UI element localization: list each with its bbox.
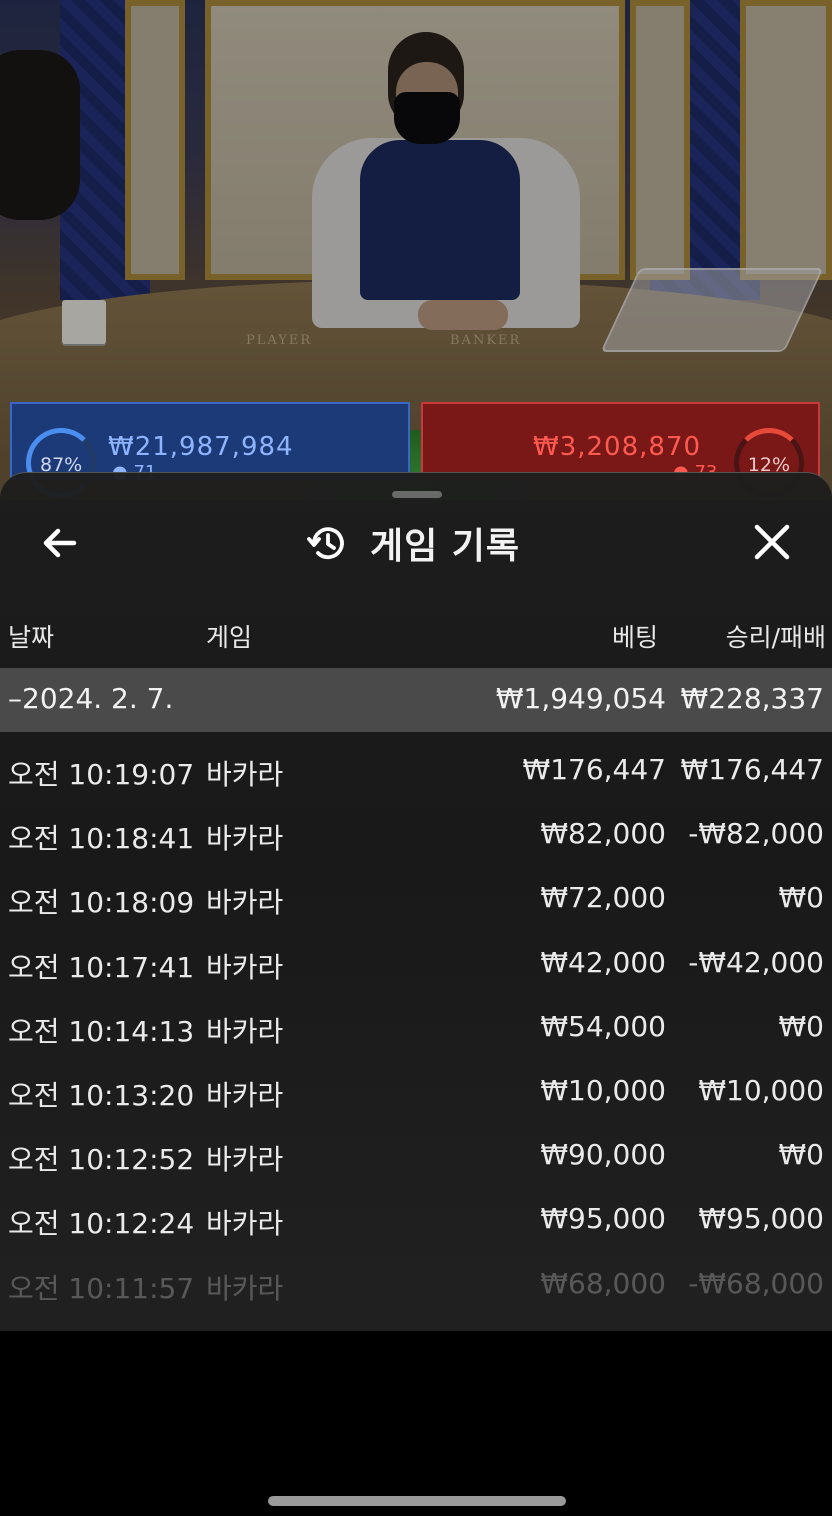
row-result: ₩10,000 xyxy=(698,1073,824,1107)
row-time: 오전 10:14:13 xyxy=(8,1014,195,1048)
history-row[interactable]: 오전 10:19:07 바카라 ₩176,447 ₩176,447 xyxy=(0,735,832,799)
row-result: -₩68,000 xyxy=(688,1266,824,1300)
row-result: ₩0 xyxy=(778,1138,825,1172)
player-bet-bar: 87% ₩21,987,984 ● 71 xyxy=(10,402,410,498)
day-summary-row[interactable]: –2024. 2. 7. ₩1,949,054 ₩228,337 xyxy=(0,668,832,732)
row-result: ₩95,000 xyxy=(698,1202,824,1236)
history-list: 오전 10:19:07 바카라 ₩176,447 ₩176,447 오전 10:… xyxy=(0,735,832,1313)
sheet-title: 게임 기록 xyxy=(370,526,521,567)
sheet-header: 게임 기록 xyxy=(0,513,832,573)
history-row[interactable]: 오전 10:12:24 바카라 ₩95,000 ₩95,000 xyxy=(0,1184,832,1248)
back-button[interactable] xyxy=(32,521,88,565)
day-total-result: ₩228,337 xyxy=(680,682,824,715)
row-result: -₩82,000 xyxy=(688,817,824,851)
banker-bet-bar: 12% ₩3,208,870 ● 73 xyxy=(421,402,820,498)
row-result: ₩0 xyxy=(778,1009,825,1043)
day-date: –2024. 2. 7. xyxy=(8,682,174,715)
row-result: -₩42,000 xyxy=(688,945,824,979)
row-game: 바카라 xyxy=(206,758,284,791)
sheet-title-group: 게임 기록 xyxy=(306,521,520,567)
row-time: 오전 10:13:20 xyxy=(8,1078,195,1112)
row-game: 바카라 xyxy=(206,1078,284,1112)
column-header-bet: 베팅 xyxy=(611,623,658,652)
row-game: 바카라 xyxy=(206,950,284,984)
history-row[interactable]: 오전 10:14:13 바카라 ₩54,000 ₩0 xyxy=(0,992,832,1056)
live-video: PLAYER BANKER 87% ₩21,987,984 ● 71 12% ₩… xyxy=(0,0,832,500)
row-result: ₩176,447 xyxy=(680,753,824,786)
column-header-date: 날짜 xyxy=(8,623,55,652)
row-bet: ₩95,000 xyxy=(540,1202,666,1236)
row-result: ₩0 xyxy=(778,881,825,915)
back-arrow-icon xyxy=(43,528,77,558)
close-icon xyxy=(754,524,790,560)
player-total-amount: ₩21,987,984 xyxy=(108,432,294,462)
column-header-result: 승리/패배 xyxy=(725,623,826,652)
row-bet: ₩82,000 xyxy=(540,817,666,851)
row-time: 오전 10:11:57 xyxy=(8,1271,195,1305)
row-game: 바카라 xyxy=(206,822,284,856)
row-time: 오전 10:18:41 xyxy=(8,822,195,856)
row-game: 바카라 xyxy=(206,886,284,920)
screen: PLAYER BANKER 87% ₩21,987,984 ● 71 12% ₩… xyxy=(0,0,832,1516)
row-bet: ₩72,000 xyxy=(540,881,666,915)
row-bet: ₩42,000 xyxy=(540,945,666,979)
row-time: 오전 10:12:52 xyxy=(8,1143,195,1177)
row-bet: ₩90,000 xyxy=(540,1138,666,1172)
day-total-bet: ₩1,949,054 xyxy=(495,682,666,715)
close-button[interactable] xyxy=(744,519,800,567)
history-row[interactable]: 오전 10:18:41 바카라 ₩82,000 -₩82,000 xyxy=(0,799,832,863)
row-time: 오전 10:12:24 xyxy=(8,1207,195,1241)
row-bet: ₩10,000 xyxy=(540,1073,666,1107)
row-bet: ₩176,447 xyxy=(522,753,666,786)
column-header-game: 게임 xyxy=(206,623,253,652)
row-game: 바카라 xyxy=(206,1271,284,1305)
history-clock-icon xyxy=(307,527,344,560)
sheet-drag-handle[interactable] xyxy=(392,491,442,498)
row-game: 바카라 xyxy=(206,1014,284,1048)
home-indicator[interactable] xyxy=(268,1496,566,1506)
banker-total-amount: ₩3,208,870 xyxy=(533,432,702,462)
history-row[interactable]: 오전 10:12:52 바카라 ₩90,000 ₩0 xyxy=(0,1120,832,1184)
game-history-sheet: 게임 기록 날짜 게임 베팅 승리/패배 –2024. 2. 7. ₩1,949… xyxy=(0,472,832,1331)
row-game: 바카라 xyxy=(206,1207,284,1241)
row-time: 오전 10:19:07 xyxy=(8,758,195,791)
row-time: 오전 10:17:41 xyxy=(8,950,195,984)
row-bet: ₩68,000 xyxy=(540,1266,666,1300)
history-row[interactable]: 오전 10:17:41 바카라 ₩42,000 -₩42,000 xyxy=(0,928,832,992)
history-row[interactable]: 오전 10:11:57 바카라 ₩68,000 -₩68,000 xyxy=(0,1249,832,1313)
row-time: 오전 10:18:09 xyxy=(8,886,195,920)
history-row[interactable]: 오전 10:18:09 바카라 ₩72,000 ₩0 xyxy=(0,863,832,927)
history-row[interactable]: 오전 10:13:20 바카라 ₩10,000 ₩10,000 xyxy=(0,1056,832,1120)
row-bet: ₩54,000 xyxy=(540,1009,666,1043)
row-game: 바카라 xyxy=(206,1143,284,1177)
